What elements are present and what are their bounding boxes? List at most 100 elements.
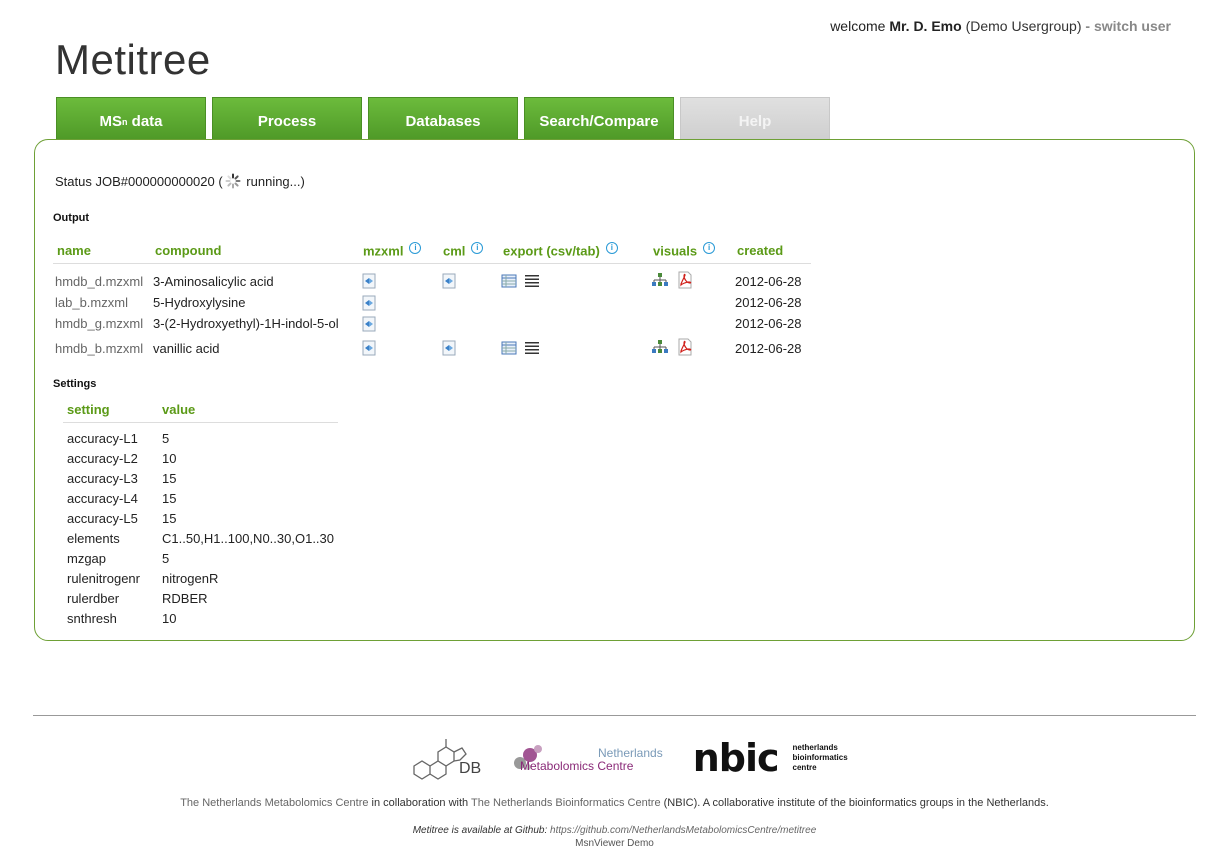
mzxml-download-icon[interactable] xyxy=(361,316,377,332)
app-logo[interactable]: Metitree xyxy=(55,36,211,84)
cml-download-icon[interactable] xyxy=(441,340,457,356)
nmc-link[interactable]: The Netherlands Metabolomics Centre xyxy=(180,797,368,809)
github-link[interactable]: https://github.com/NetherlandsMetabolomi… xyxy=(550,825,816,836)
row-export xyxy=(499,264,649,293)
tab-search-compare[interactable]: Search/Compare xyxy=(524,97,674,139)
setting-row: elements C1..50,H1..100,N0..30,O1..30 xyxy=(63,529,338,549)
row-name[interactable]: hmdb_d.mzxml xyxy=(53,264,151,293)
nbic-tagline-3: centre xyxy=(792,763,817,772)
pdf-icon[interactable] xyxy=(677,338,693,356)
row-name[interactable]: lab_b.mzxml xyxy=(53,292,151,313)
col-export: export (csv/tab) i xyxy=(499,236,649,265)
setting-value: 15 xyxy=(162,491,177,506)
row-export xyxy=(499,334,649,359)
db-logo[interactable]: DB xyxy=(410,736,482,780)
nmc-logo[interactable]: Netherlands Metabolomics Centre xyxy=(510,743,663,773)
welcome-prefix: welcome xyxy=(830,18,886,34)
switch-user-link[interactable]: switch user xyxy=(1094,18,1171,34)
setting-value: 10 xyxy=(162,451,177,466)
csv-table-icon[interactable] xyxy=(501,274,517,288)
row-cml xyxy=(439,292,499,313)
pdf-icon[interactable] xyxy=(677,271,693,289)
col-compound: compound xyxy=(151,236,359,265)
col-value: value xyxy=(158,398,338,423)
setting-key: accuracy-L3 xyxy=(67,471,138,486)
nbic-logo[interactable]: nbic netherlands bioinformatics centre xyxy=(693,736,848,780)
nbic-link[interactable]: The Netherlands Bioinformatics Centre xyxy=(471,797,661,809)
settings-header-row: setting value xyxy=(63,398,338,423)
row-compound: 5-Hydroxylysine xyxy=(153,295,246,311)
setting-value: 5 xyxy=(162,431,170,446)
setting-row: snthresh 10 xyxy=(63,609,338,629)
setting-value: 10 xyxy=(162,611,177,626)
status-suffix: running...) xyxy=(242,173,305,189)
tree-diagram-icon[interactable] xyxy=(651,272,669,288)
tab-process[interactable]: Process xyxy=(212,97,362,139)
col-export-label: export (csv/tab) xyxy=(503,243,600,259)
mzxml-download-icon[interactable] xyxy=(361,273,377,289)
setting-key: mzgap xyxy=(67,551,107,566)
user-group: (Demo Usergroup) xyxy=(965,18,1082,34)
row-compound: vanillic acid xyxy=(153,341,220,357)
main-panel: Status JOB#000000000020 ( running...) Ou… xyxy=(34,139,1195,641)
row-name[interactable]: hmdb_g.mzxml xyxy=(53,313,151,334)
setting-value: 5 xyxy=(162,551,170,566)
setting-value: C1..50,H1..100,N0..30,O1..30 xyxy=(162,531,334,546)
setting-key: elements xyxy=(67,531,120,546)
setting-row: rulerdber RDBER xyxy=(63,589,338,609)
setting-key: accuracy-L4 xyxy=(67,491,138,506)
row-created: 2012-06-28 xyxy=(735,274,802,290)
footer-divider xyxy=(33,715,1196,716)
nmc-wordmark: Netherlands Metabolomics Centre xyxy=(520,747,663,773)
col-mzxml-label: mzxml xyxy=(363,243,404,259)
mzxml-download-icon[interactable] xyxy=(361,340,377,356)
output-heading: Output xyxy=(53,212,90,224)
setting-value: nitrogenR xyxy=(162,571,219,586)
col-setting: setting xyxy=(63,398,158,423)
tab-msn-data[interactable]: MS n data xyxy=(56,97,206,139)
db-logo-text: DB xyxy=(459,760,482,777)
table-row: lab_b.mzxml 5-Hydroxylysine 2012-06-28 xyxy=(53,292,811,313)
row-created: 2012-06-28 xyxy=(735,316,802,332)
welcome-bar: welcome Mr. D. Emo (Demo Usergroup) - sw… xyxy=(830,18,1171,34)
col-cml-label: cml xyxy=(443,243,466,259)
setting-row: mzgap 5 xyxy=(63,549,338,569)
setting-row: rulenitrogenr nitrogenR xyxy=(63,569,338,589)
tab-msn-label: MS xyxy=(99,113,122,130)
row-compound: 3-Aminosalicylic acid xyxy=(153,274,274,290)
settings-table: setting value accuracy-L1 5 accuracy-L2 10… xyxy=(63,398,338,629)
cml-info-icon[interactable]: i xyxy=(471,242,484,254)
setting-row: accuracy-L2 10 xyxy=(63,449,338,469)
tab-databases[interactable]: Databases xyxy=(368,97,518,139)
tab-help[interactable]: Help xyxy=(680,97,830,139)
export-info-icon[interactable]: i xyxy=(605,242,618,254)
row-mzxml xyxy=(359,292,439,313)
output-header-row: name compound mzxml i cml i export (csv/ta… xyxy=(53,236,811,265)
row-name[interactable]: hmdb_b.mzxml xyxy=(53,334,151,359)
row-export xyxy=(499,292,649,313)
github-note: Metitree is available at Github: https:/… xyxy=(0,825,1229,836)
nmc-line2: Metabolomics Centre xyxy=(520,759,634,773)
row-created: 2012-06-28 xyxy=(735,341,802,357)
setting-key: snthresh xyxy=(67,611,117,626)
table-row: hmdb_b.mzxml vanillic acid 2012-06-28 xyxy=(53,334,811,359)
separator: - xyxy=(1085,18,1091,34)
csv-table-icon[interactable] xyxy=(501,341,517,355)
tab-list-icon[interactable] xyxy=(524,342,539,355)
visuals-info-icon[interactable]: i xyxy=(703,242,716,254)
tree-diagram-icon[interactable] xyxy=(651,339,669,355)
cml-download-icon[interactable] xyxy=(441,273,457,289)
setting-key: accuracy-L1 xyxy=(67,431,138,446)
row-mzxml xyxy=(359,334,439,359)
table-row: hmdb_d.mzxml 3-Aminosalicylic acid 2012-… xyxy=(53,264,811,293)
tab-list-icon[interactable] xyxy=(524,275,539,288)
row-visuals xyxy=(649,334,733,359)
row-visuals xyxy=(649,264,733,293)
table-row: hmdb_g.mzxml 3-(2-Hydroxyethyl)-1H-indol… xyxy=(53,313,811,334)
mzxml-download-icon[interactable] xyxy=(361,295,377,311)
row-export xyxy=(499,313,649,334)
setting-key: accuracy-L5 xyxy=(67,511,138,526)
mzxml-info-icon[interactable]: i xyxy=(409,242,422,254)
credits-end: (NBIC). A collaborative institute of the… xyxy=(660,797,1049,809)
row-mzxml xyxy=(359,313,439,334)
